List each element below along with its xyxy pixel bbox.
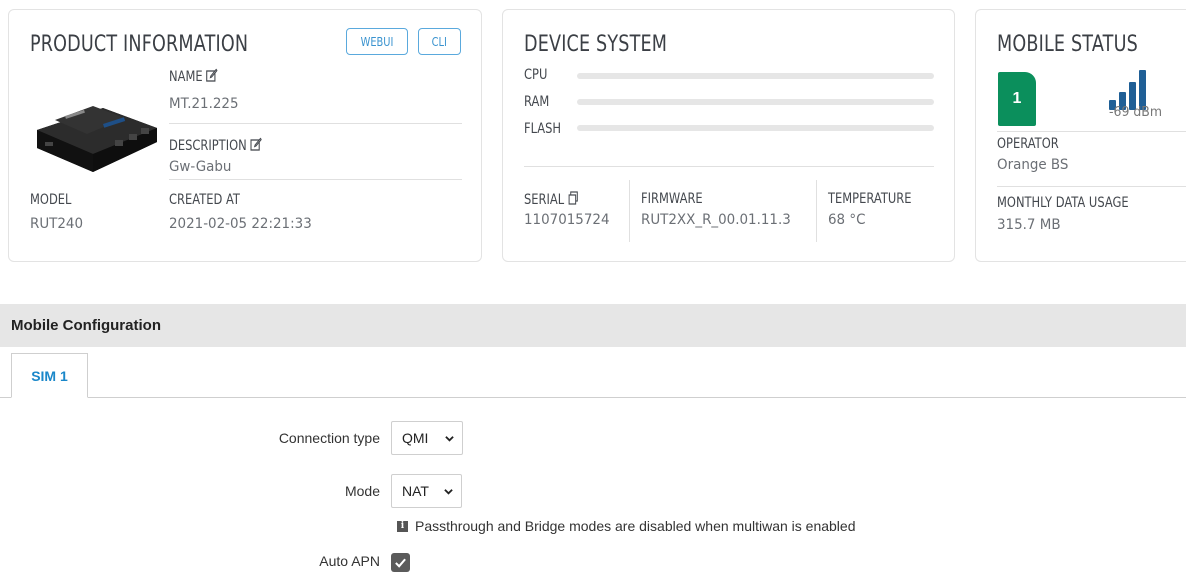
description-label: DESCRIPTION — [169, 137, 262, 154]
product-information-card: PRODUCT INFORMATION WEBUI CLI NAME MT.21… — [8, 9, 482, 262]
operator-label: OPERATOR — [997, 136, 1059, 152]
auto-apn-checkbox[interactable] — [391, 553, 410, 572]
webui-button[interactable]: WEBUI — [346, 28, 408, 55]
name-label: NAME — [169, 68, 218, 85]
firmware-label: FIRMWARE — [641, 191, 703, 207]
sim-number: 1 — [1012, 90, 1022, 107]
divider — [169, 179, 462, 180]
signal-strength-icon — [1109, 70, 1149, 110]
model-label: MODEL — [30, 192, 72, 208]
flash-label: FLASH — [524, 121, 562, 137]
copy-icon[interactable] — [568, 191, 578, 205]
created-at-label: CREATED AT — [169, 192, 240, 208]
serial-label: SERIAL — [524, 191, 578, 208]
edit-description-icon[interactable] — [250, 137, 262, 151]
info-icon: i — [397, 520, 408, 532]
cli-button[interactable]: CLI — [418, 28, 461, 55]
chevron-down-icon — [445, 436, 454, 442]
firmware-value: RUT2XX_R_00.01.11.3 — [641, 212, 791, 228]
product-information-title: PRODUCT INFORMATION — [30, 32, 249, 57]
connection-type-value: QMI — [402, 430, 429, 446]
monthly-data-usage-value: 315.7 MB — [997, 217, 1061, 233]
auto-apn-label: Auto APN — [319, 553, 380, 569]
signal-dbm-value: -69 dBm — [1109, 105, 1162, 120]
mode-label: Mode — [344, 483, 380, 499]
operator-value: Orange BS — [997, 157, 1069, 173]
tab-sim-1[interactable]: SIM 1 — [11, 353, 88, 398]
checkmark-icon — [395, 558, 406, 568]
monthly-data-usage-label: MONTHLY DATA USAGE — [997, 195, 1129, 211]
router-image — [37, 106, 157, 172]
device-system-card: DEVICE SYSTEM CPU RAM FLASH SERIAL 11070… — [502, 9, 955, 262]
connection-type-label: Connection type — [278, 430, 380, 446]
cpu-usage-bar — [577, 73, 934, 79]
name-value: MT.21.225 — [169, 96, 239, 112]
divider — [997, 186, 1186, 187]
divider — [524, 166, 934, 167]
divider — [629, 180, 630, 242]
temperature-label: TEMPERATURE — [828, 191, 912, 207]
description-value: Gw-Gabu — [169, 159, 232, 175]
sim-card-icon: 1 — [998, 72, 1036, 126]
divider — [816, 180, 817, 242]
connection-type-select[interactable]: QMI — [391, 421, 463, 455]
model-value: RUT240 — [30, 216, 84, 232]
mode-hint: i Passthrough and Bridge modes are disab… — [397, 518, 856, 534]
mode-hint-text: Passthrough and Bridge modes are disable… — [415, 518, 856, 534]
temperature-value: 68 °C — [828, 212, 866, 228]
flash-usage-bar — [577, 125, 934, 131]
tab-bar — [0, 397, 1186, 398]
ram-label: RAM — [524, 94, 550, 110]
divider — [997, 131, 1186, 132]
mobile-configuration-header: Mobile Configuration — [0, 304, 1186, 347]
device-system-title: DEVICE SYSTEM — [524, 32, 668, 57]
mode-value: NAT — [402, 483, 429, 499]
divider — [169, 123, 462, 124]
serial-value: 1107015724 — [524, 212, 610, 228]
mobile-status-card: MOBILE STATUS 1 -69 dBm OPERATOR Orange … — [975, 9, 1186, 262]
mode-select[interactable]: NAT — [391, 474, 462, 508]
mobile-configuration-title: Mobile Configuration — [11, 317, 161, 334]
edit-name-icon[interactable] — [206, 68, 218, 82]
created-at-value: 2021-02-05 22:21:33 — [169, 216, 312, 232]
chevron-down-icon — [444, 489, 453, 495]
mobile-status-title: MOBILE STATUS — [997, 32, 1138, 57]
ram-usage-bar — [577, 99, 934, 105]
cpu-label: CPU — [524, 67, 548, 83]
